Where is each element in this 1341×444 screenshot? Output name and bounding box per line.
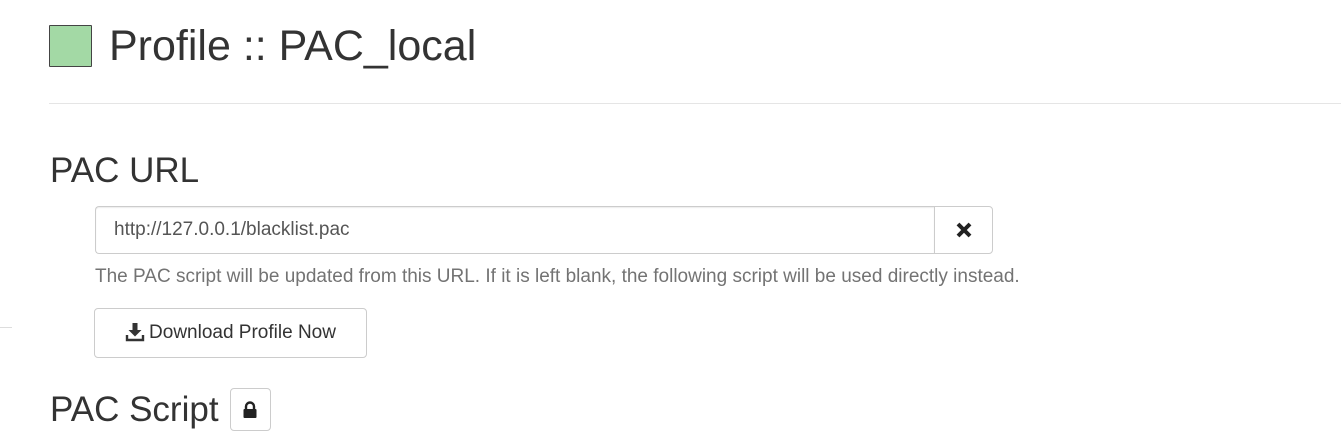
download-icon [125, 322, 145, 342]
profile-page: Profile :: PAC_local PAC URL The PAC scr… [0, 0, 1341, 444]
pac-script-heading: PAC Script [50, 389, 219, 429]
download-profile-button[interactable]: Download Profile Now [94, 308, 367, 358]
profile-header: Profile :: PAC_local [49, 22, 476, 70]
download-button-label: Download Profile Now [149, 322, 336, 343]
page-title: Profile :: PAC_local [109, 22, 477, 70]
clear-url-button[interactable] [934, 206, 993, 254]
close-icon [955, 221, 973, 239]
profile-color-swatch [49, 25, 92, 67]
pac-url-help-text: The PAC script will be updated from this… [95, 266, 1020, 287]
pac-script-heading-row: PAC Script [50, 388, 271, 431]
lock-icon [242, 400, 258, 419]
sidebar-edge [0, 327, 12, 328]
header-divider [49, 103, 1341, 104]
pac-url-input[interactable] [95, 206, 934, 254]
pac-url-heading: PAC URL [50, 151, 200, 190]
pac-url-input-group [95, 206, 993, 254]
lock-script-button[interactable] [229, 388, 271, 431]
